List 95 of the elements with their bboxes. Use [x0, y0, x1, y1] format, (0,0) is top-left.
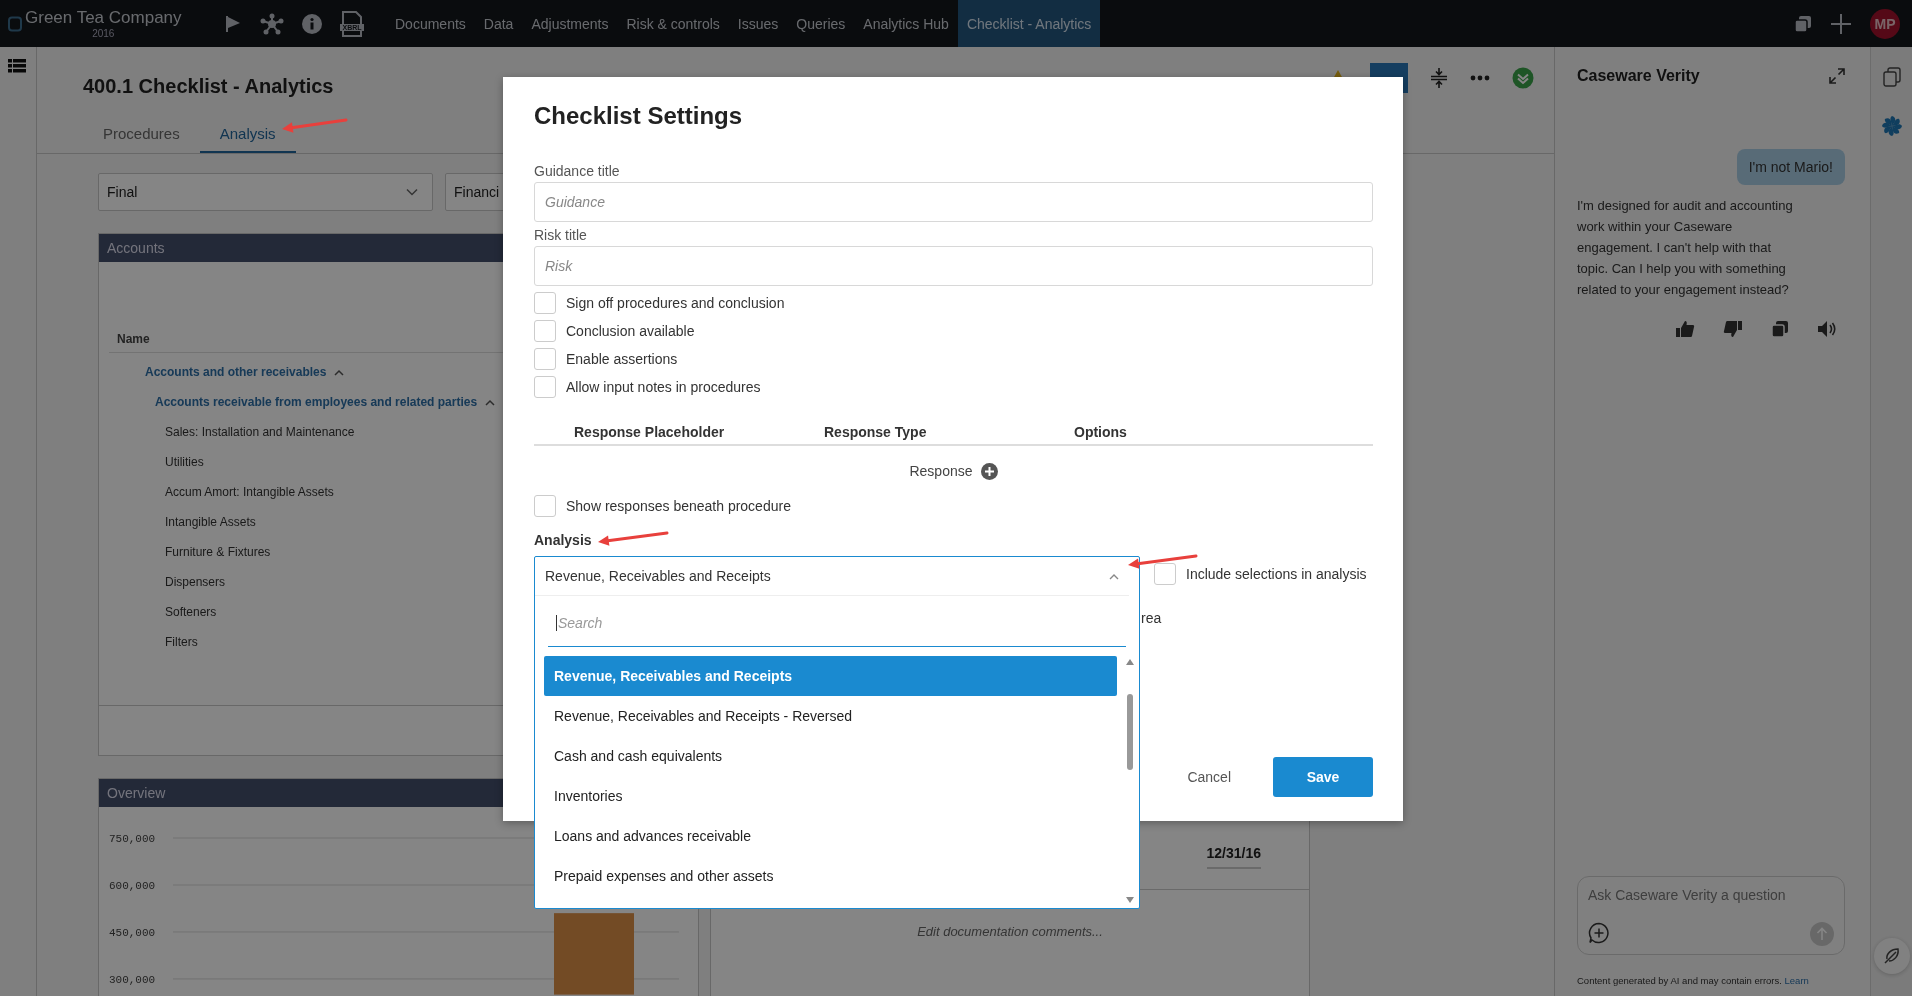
analysis-option[interactable]: Inventories	[544, 776, 1117, 816]
collapse-icon[interactable]	[1430, 67, 1448, 89]
logo-icon	[8, 15, 22, 32]
flag-icon[interactable]	[224, 14, 242, 33]
checkbox[interactable]	[1154, 563, 1176, 585]
swirl-logo-icon[interactable]	[1880, 115, 1903, 137]
add-attachment-icon[interactable]	[1588, 922, 1610, 944]
assistant-message: I'm designed for audit and accounting work within your Caseware engagement. I can't help with that topic. Can I help you with something related to your engagement instead?	[1577, 197, 1794, 299]
analysis-option[interactable]: Revenue, Receivables and Receipts	[544, 656, 1117, 696]
nav-tab[interactable]: Documents	[386, 0, 475, 47]
checkbox-label: Show responses beneath procedure	[566, 498, 791, 514]
page-title: 400.1 Checklist - Analytics	[83, 75, 334, 98]
column-header: Response Type	[824, 424, 928, 440]
more-icon[interactable]	[1470, 75, 1490, 81]
chevron-up-icon[interactable]	[1109, 572, 1119, 580]
speaker-icon[interactable]	[1817, 320, 1837, 338]
analysis-option[interactable]: Cash and cash equivalents	[544, 736, 1117, 776]
company-year: 2016	[92, 28, 115, 39]
learn-link[interactable]: Learn	[1784, 975, 1809, 986]
nav-tab[interactable]: Analytics Hub	[854, 0, 958, 47]
expand-icon[interactable]	[1829, 68, 1845, 84]
account-name: Softeners	[165, 605, 217, 619]
account-name: Furniture & Fixtures	[165, 545, 271, 559]
account-name: Filters	[165, 635, 198, 649]
thumbs-down-icon[interactable]	[1723, 320, 1743, 338]
thumbs-up-icon[interactable]	[1675, 320, 1695, 338]
user-message: I'm not Mario!	[1736, 149, 1845, 185]
section-label: Analysis	[534, 532, 592, 548]
input-field[interactable]: Risk	[534, 246, 1373, 286]
account-name: Dispensers	[165, 575, 226, 589]
account-name: Sales: Installation and Maintenance	[165, 425, 355, 439]
checkbox-label: Include selections in analysis	[1186, 566, 1367, 582]
check-circle-icon	[1512, 67, 1534, 89]
checkbox[interactable]	[534, 320, 556, 342]
checkbox[interactable]	[534, 376, 556, 398]
analysis-dropdown-menu[interactable]: Revenue, Receivables and Receipts Search Revenue, Receivables and Receipts Revenue, Receivables and Receipts - Reversed Cash and cash equivalents Inventories Loans and advances receivable Prepaid expenses and other assets	[534, 556, 1140, 909]
checkbox-label: Allow input notes in procedures	[566, 379, 761, 395]
ai-disclaimer: Content generated by AI and may contain errors. Learn	[1577, 975, 1810, 986]
feather-button[interactable]	[1873, 938, 1910, 974]
nav-tab[interactable]: Data	[474, 0, 523, 47]
field-label: Risk title	[534, 227, 587, 243]
company-name: Green Tea Company	[25, 8, 182, 28]
dialog-title: Checklist Settings	[534, 102, 744, 130]
panel-title: Overview	[107, 785, 166, 801]
setting-label: rea	[1141, 610, 1162, 626]
chevron-down-icon	[406, 188, 418, 196]
info-icon[interactable]	[302, 13, 322, 34]
account-name: Intangible Assets	[165, 515, 256, 529]
axis-label: 450,000	[109, 926, 156, 939]
column-header: Response Placeholder	[574, 424, 726, 440]
nav-tab[interactable]: Adjustments	[522, 0, 618, 47]
axis-label: 750,000	[109, 833, 156, 845]
add-icon[interactable]	[980, 462, 998, 480]
network-icon[interactable]	[260, 12, 284, 35]
analysis-option[interactable]: Prepaid expenses and other assets	[544, 856, 1117, 896]
axis-label: 600,000	[109, 880, 156, 892]
account-group[interactable]: Accounts receivable from employees and related parties	[155, 395, 478, 409]
chevron-up-icon[interactable]	[334, 368, 345, 376]
account-name: Utilities	[165, 455, 204, 469]
account-group[interactable]: Accounts and other receivables	[145, 365, 327, 379]
filter-dropdown[interactable]: Final	[98, 173, 433, 211]
feather-icon	[1882, 947, 1901, 965]
copy-icon[interactable]	[1794, 14, 1812, 33]
plus-icon[interactable]	[1830, 12, 1852, 35]
nav-tab[interactable]: Risk & controls	[617, 0, 729, 47]
copy-icon[interactable]	[1771, 320, 1789, 338]
nav-tab[interactable]: Checklist - Analytics	[957, 0, 1101, 47]
cancel-button[interactable]: Cancel	[1167, 761, 1251, 793]
comments-placeholder[interactable]: Edit documentation comments...	[917, 924, 1103, 939]
account-name: Accum Amort: Intangible Assets	[165, 485, 334, 499]
panel-title: Accounts	[107, 240, 165, 256]
analysis-option[interactable]: Loans and advances receivable	[544, 816, 1117, 856]
field-label: Guidance title	[534, 163, 620, 179]
nav-tab[interactable]: Issues	[728, 0, 788, 47]
chevron-up-icon[interactable]	[485, 398, 496, 406]
checkbox-label: Enable assertions	[566, 351, 678, 367]
response-label: Response	[909, 463, 973, 479]
page-tab[interactable]: Procedures	[83, 121, 200, 153]
column-header: Options	[1074, 424, 1128, 440]
user-avatar[interactable]: MP	[1870, 8, 1900, 39]
checkbox-label: Sign off procedures and conclusion	[566, 295, 785, 311]
checkbox[interactable]	[534, 292, 556, 314]
checkbox[interactable]	[534, 495, 556, 517]
analysis-option[interactable]: Revenue, Receivables and Receipts - Reversed	[544, 696, 1117, 736]
documents-icon[interactable]	[1882, 67, 1901, 87]
input-field[interactable]: Guidance	[534, 182, 1373, 222]
list-icon[interactable]	[8, 59, 26, 73]
save-button[interactable]: Save	[1273, 757, 1373, 797]
axis-label: 300,000	[109, 973, 156, 986]
assistant-title: Caseware Verity	[1577, 67, 1700, 85]
search-field[interactable]: Search	[548, 600, 1126, 647]
nav-tab[interactable]: Queries	[787, 0, 855, 47]
checkbox[interactable]	[534, 348, 556, 370]
column-date: 12/31/16	[1206, 845, 1261, 869]
question-field[interactable]: Ask Caseware Verity a question	[1577, 876, 1845, 955]
